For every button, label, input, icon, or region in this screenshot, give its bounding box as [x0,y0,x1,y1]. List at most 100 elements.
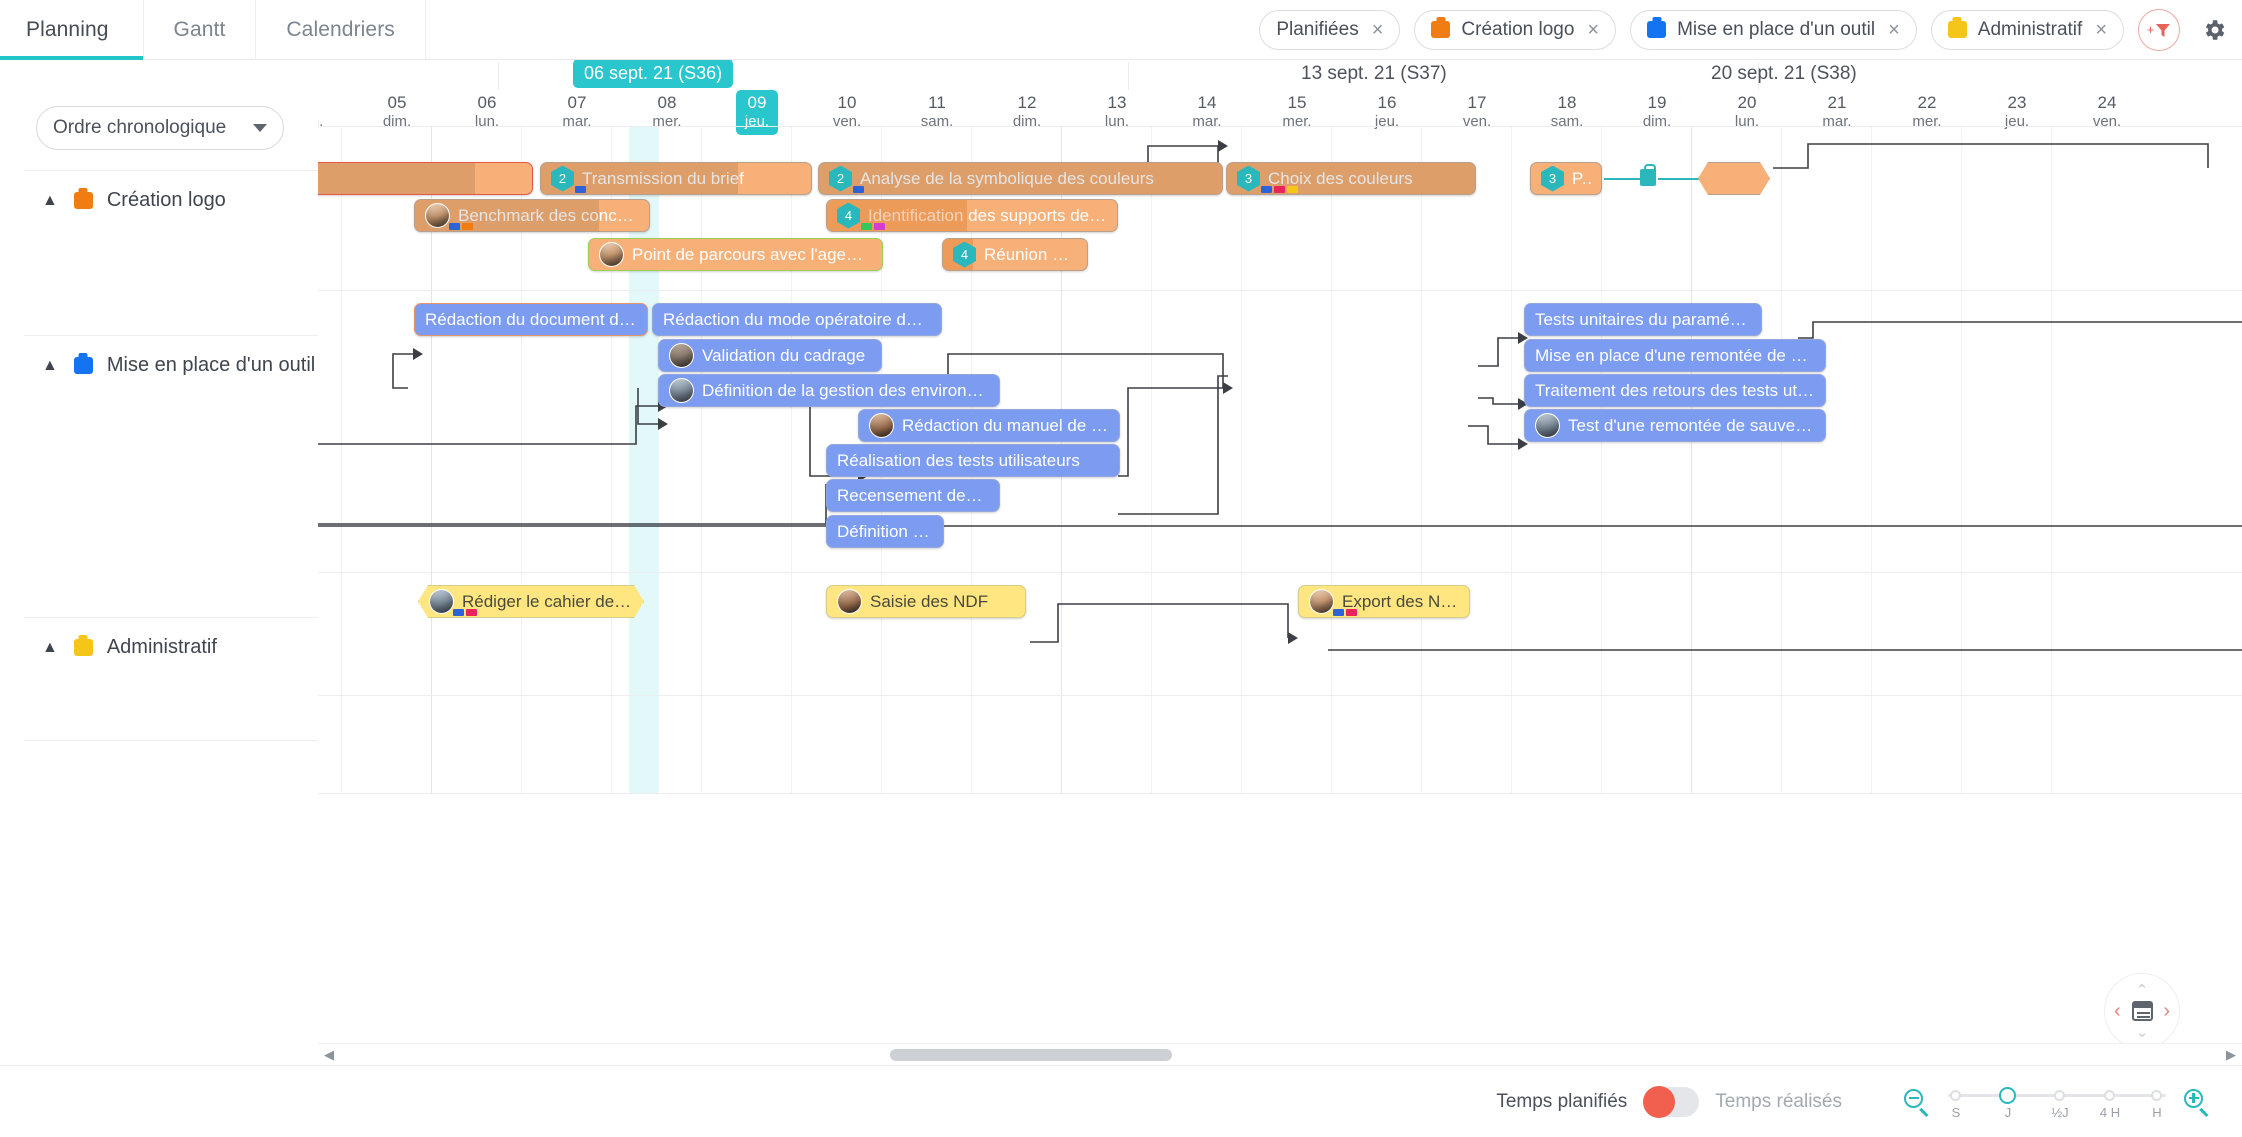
task-bar-der-fournitures[interactable]: der fournitures [318,162,533,195]
tag-strip [449,223,473,230]
task-bar-mise-en-place-remontee[interactable]: Mise en place d'une remontée de sauvegar… [1524,339,1826,372]
funnel-icon [2156,23,2171,37]
chevron-up-icon[interactable]: ▲ [42,193,58,209]
task-bar-export-des-ndf[interactable]: Export des NDF [1298,585,1470,618]
task-bar-choix-des-couleurs[interactable]: 3 Choix des couleurs [1226,162,1476,195]
zoom-label-s: S [1951,1104,1961,1120]
chip-mise-en-place[interactable]: Mise en place d'un outil × [1630,9,1917,50]
zoom-out-icon[interactable] [1904,1088,1930,1117]
task-bar-traitement-retours-tests[interactable]: Traitement des retours des tests utilisa… [1524,374,1826,407]
zoom-slider[interactable]: S J ½J 4 H H [1948,1085,2166,1120]
avatar [429,589,454,614]
close-icon[interactable]: × [2095,20,2107,40]
zoom-stop-h[interactable] [2151,1089,2162,1101]
day-number: 16 [1377,93,1397,112]
task-bar-redaction-manuel-parametrage[interactable]: Rédaction du manuel de paramétrage [858,409,1120,442]
nav-up-arrow[interactable]: ⌃ [2136,981,2149,999]
day-number: 09 [747,93,767,112]
tag-strip [861,223,885,230]
task-bar-saisie-des-ndf[interactable]: Saisie des NDF [826,585,1026,618]
group-row-creation-logo[interactable]: ▲ Création logo [24,171,318,336]
day-number: 07 [567,93,587,112]
zoom-stop-s[interactable] [1950,1089,1961,1101]
toggle-label-planned: Temps planifiés [1496,1090,1628,1112]
add-filter-button[interactable]: + [2138,8,2180,51]
nav-down-arrow[interactable]: ⌄ [2136,1023,2149,1041]
group-head: Administratif [73,636,217,659]
day-header-row: 04sam.05dim.06lun.07mar.08mer.09jeu.10ve… [318,90,2242,135]
task-bar-validation-du-cadrage[interactable]: Validation du cadrage [658,339,882,372]
scrollbar-track[interactable] [340,1048,2220,1061]
zoom-stop-j[interactable] [1999,1086,2016,1104]
sort-order-select[interactable]: Ordre chronologique [36,106,284,150]
task-bar-reunion-d-equipe[interactable]: 4 Réunion d'équipe [942,238,1088,271]
day-number: 14 [1197,93,1217,112]
day-number: 04 [318,92,352,113]
task-bar-redaction-mode-operatoire[interactable]: Rédaction du mode opératoire de sauvegar… [652,303,942,336]
close-icon[interactable]: × [1372,20,1384,40]
avatar [1309,589,1334,614]
task-bar-test-remontee-sauvegarde[interactable]: Test d'une remontée de sauvegarde [1524,409,1826,442]
task-bar-definition-du-p[interactable]: Définition du p... [826,515,944,548]
close-icon[interactable]: × [1587,20,1599,40]
task-label: Réunion d'équipe [984,244,1077,264]
zoom-stop-halfday[interactable] [2054,1089,2065,1101]
chip-administratif-label: Administratif [1977,18,2083,40]
task-bar-recensement-des-taches[interactable]: Recensement des tâches ... [826,479,1000,512]
week-separator [1128,62,1129,90]
chip-planifiees[interactable]: Planifiées × [1259,9,1401,50]
tab-calendriers[interactable]: Calendriers [256,0,426,60]
day-number: 20 [1737,93,1757,112]
group-label-mise-en-place: Mise en place d'un outil [106,354,316,376]
chevron-up-icon[interactable]: ▲ [42,358,58,374]
scroll-right-arrow[interactable]: ▶ [2220,1047,2242,1063]
nav-right-arrow[interactable]: › [2163,1000,2170,1023]
day-number: 11 [928,93,946,112]
tab-planning-label: Planning [26,18,109,41]
task-bar-benchmark-des-concurrents[interactable]: Benchmark des concurrents [414,199,650,232]
avatar [425,203,450,228]
tab-gantt[interactable]: Gantt [144,0,257,60]
task-bar-definition-gestion-environnements[interactable]: Définition de la gestion des environneme… [658,374,1000,407]
lock-icon [1640,164,1656,186]
briefcase-icon [73,357,93,374]
scroll-left-arrow[interactable]: ◀ [318,1047,340,1063]
week-header-row: 06 sept. 21 (S36) 13 sept. 21 (S37) 20 s… [318,60,2242,92]
time-mode-toggle[interactable] [1643,1085,1700,1118]
zoom-stop-4h[interactable] [2104,1089,2115,1101]
task-bar-tests-unitaires[interactable]: Tests unitaires du paramétrage [1524,303,1762,336]
week-label-s38: 20 sept. 21 (S38) [1711,63,1857,84]
briefcase-icon [1431,21,1451,38]
task-bar-point-de-parcours[interactable]: Point de parcours avec l'agence [588,238,883,271]
day-number: 23 [2007,93,2027,112]
group-row-mise-en-place[interactable]: ▲ Mise en place d'un outil [24,336,318,618]
task-bar-transmission-du-brief[interactable]: 2 Transmission du brief [540,162,812,195]
task-bar-redaction-document-cadrage[interactable]: Rédaction du document de cadrage [414,303,648,336]
tab-planning[interactable]: Planning [0,0,144,60]
chip-administratif[interactable]: Administratif × [1930,9,2124,50]
close-icon[interactable]: × [1888,20,1900,40]
settings-button[interactable] [2198,0,2242,59]
group-row-administratif[interactable]: ▲ Administratif [24,618,318,741]
day-number: 17 [1467,93,1487,112]
horizontal-scrollbar[interactable]: ◀ ▶ [318,1043,2242,1065]
scrollbar-thumb[interactable] [890,1048,1172,1061]
task-bar-analyse-symbolique[interactable]: 2 Analyse de la symbolique des couleurs [818,162,1223,195]
task-bar-p[interactable]: 3 P... [1530,162,1602,195]
zoom-in-icon[interactable] [2184,1088,2210,1117]
timeline-nav-pad[interactable]: ⌃ ⌄ ‹ › [2104,973,2180,1049]
timeline-area[interactable]: 06 sept. 21 (S36) 13 sept. 21 (S37) 20 s… [318,60,2242,1137]
day-number: 18 [1557,93,1577,112]
chevron-up-icon[interactable]: ▲ [42,640,58,656]
task-bar-realisation-tests-utilisateurs[interactable]: Réalisation des tests utilisateurs [826,444,1120,477]
calendar-icon[interactable] [2131,1001,2153,1021]
nav-left-arrow[interactable]: ‹ [2114,1000,2121,1023]
chip-creation-logo[interactable]: Création logo × [1414,9,1617,50]
task-bar-milestone-unnamed[interactable] [1698,162,1770,195]
day-number: 24 [2097,93,2117,112]
lock-link-line [1604,178,1644,180]
task-bar-rediger-cahier-des-charges[interactable]: Rédiger le cahier des charges [418,585,644,618]
task-bar-identification-supports[interactable]: 4 Identification des supports de communi… [826,199,1118,232]
day-number: 08 [657,93,677,112]
week-label-s37: 13 sept. 21 (S37) [1301,63,1447,84]
